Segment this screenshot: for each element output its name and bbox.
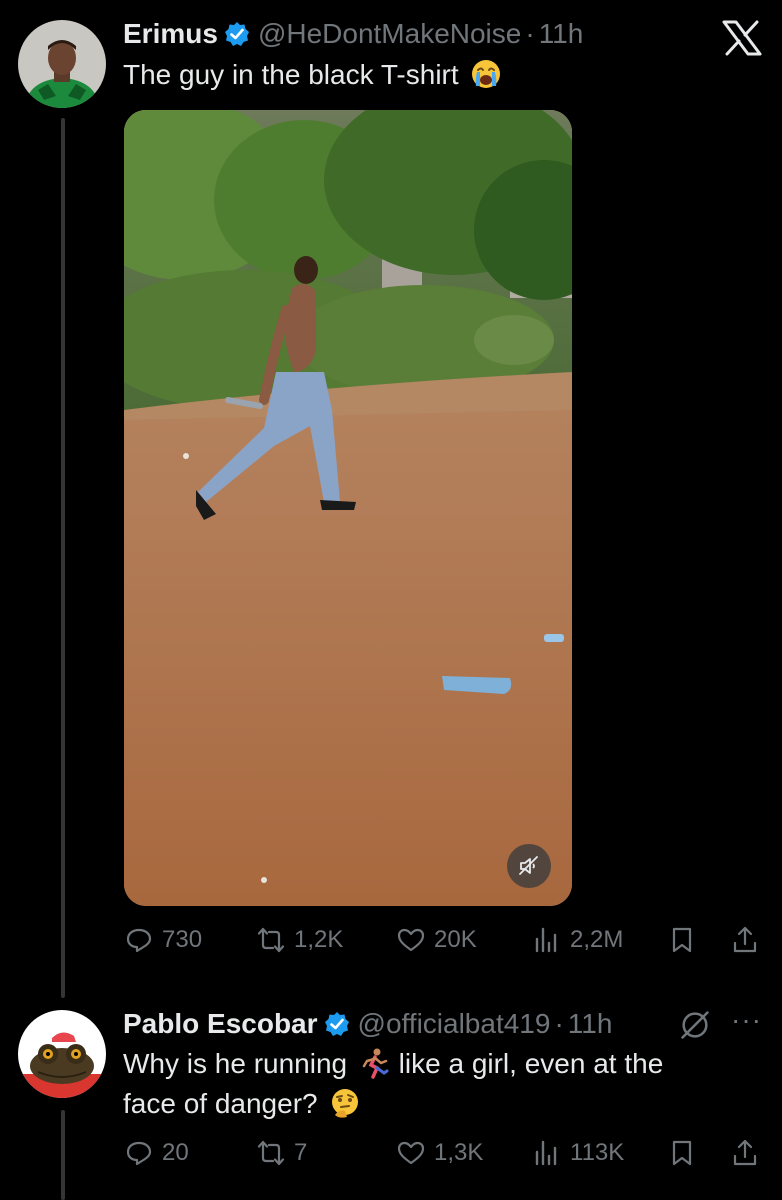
thread-line-top <box>61 118 65 998</box>
crying-face-emoji-icon <box>470 58 502 90</box>
views-chart-icon <box>535 1140 557 1166</box>
verified-badge-icon <box>224 21 250 47</box>
mute-toggle-button[interactable] <box>507 844 551 888</box>
retweet-button[interactable]: 1,2K <box>256 925 343 955</box>
reply-text-part2: like a girl, even at the <box>398 1048 664 1079</box>
reply-icon <box>126 928 152 953</box>
author-name[interactable]: Erimus <box>123 17 218 51</box>
verified-badge-icon <box>324 1011 350 1037</box>
reply-like-count: 1,3K <box>434 1139 484 1166</box>
retweet-count: 1,2K <box>294 926 344 953</box>
reply-author-name[interactable]: Pablo Escobar <box>123 1007 318 1041</box>
retweet-icon <box>257 927 285 953</box>
tweet-text-body: The guy in the black T-shirt <box>123 59 459 90</box>
reply-retweet-count: 7 <box>294 1139 308 1166</box>
reply-header: Pablo Escobar @officialbat419 · 11h <box>123 1007 612 1041</box>
views-count: 2,2M <box>570 926 624 953</box>
like-count: 20K <box>434 926 477 953</box>
bookmark-icon <box>672 927 692 953</box>
reply-author-handle[interactable]: @officialbat419 <box>358 1007 551 1041</box>
reply-retweet-button[interactable]: 7 <box>256 1138 307 1168</box>
heart-icon <box>397 928 425 952</box>
bookmark-button[interactable] <box>667 925 697 955</box>
reply-bookmark-button[interactable] <box>667 1138 697 1168</box>
reply-text-line2: face of danger? <box>123 1088 318 1119</box>
reply-share-button[interactable] <box>730 1138 760 1168</box>
more-options-icon[interactable]: ··· <box>731 1004 762 1036</box>
thread-line-bottom <box>61 1110 65 1200</box>
reply-avatar[interactable] <box>18 1010 106 1098</box>
views-button[interactable]: 2,2M <box>532 925 623 955</box>
reply-views-count: 113K <box>570 1139 625 1166</box>
tweet-video[interactable] <box>124 110 572 906</box>
like-button[interactable]: 20K <box>396 925 477 955</box>
reply-text: Why is he running like a girl, even at t… <box>123 1044 763 1124</box>
reply-text-part1: Why is he running <box>123 1048 348 1079</box>
retweet-icon <box>257 1140 285 1166</box>
x-logo-icon[interactable] <box>722 20 762 56</box>
reply-views-button[interactable]: 113K <box>532 1138 624 1168</box>
reply-header-separator: · <box>554 1008 564 1039</box>
person-running-emoji-icon <box>359 1047 391 1079</box>
thinking-face-emoji-icon <box>329 1087 361 1119</box>
tweet-text: The guy in the black T-shirt <box>123 55 502 95</box>
bookmark-icon <box>672 1140 692 1166</box>
avatar[interactable] <box>18 20 106 108</box>
header-separator: · <box>525 18 535 49</box>
reply-like-button[interactable]: 1,3K <box>396 1138 483 1168</box>
share-button[interactable] <box>730 925 760 955</box>
reply-button[interactable]: 730 <box>124 925 202 955</box>
reply-icon <box>126 1141 152 1166</box>
grok-button[interactable] <box>678 1008 712 1042</box>
reply-count: 730 <box>162 926 203 953</box>
views-chart-icon <box>535 927 557 953</box>
share-icon <box>733 1139 757 1166</box>
share-icon <box>733 926 757 953</box>
reply-time[interactable]: 11h <box>568 1007 613 1041</box>
speaker-muted-icon <box>517 854 541 878</box>
grok-icon <box>681 1011 709 1039</box>
tweet-time[interactable]: 11h <box>539 17 584 51</box>
author-handle[interactable]: @HeDontMakeNoise <box>258 17 521 51</box>
heart-icon <box>397 1141 425 1165</box>
reply-reply-button[interactable]: 20 <box>124 1138 189 1168</box>
reply-reply-count: 20 <box>162 1139 189 1166</box>
tweet-header: Erimus @HeDontMakeNoise · 11h <box>123 17 583 51</box>
